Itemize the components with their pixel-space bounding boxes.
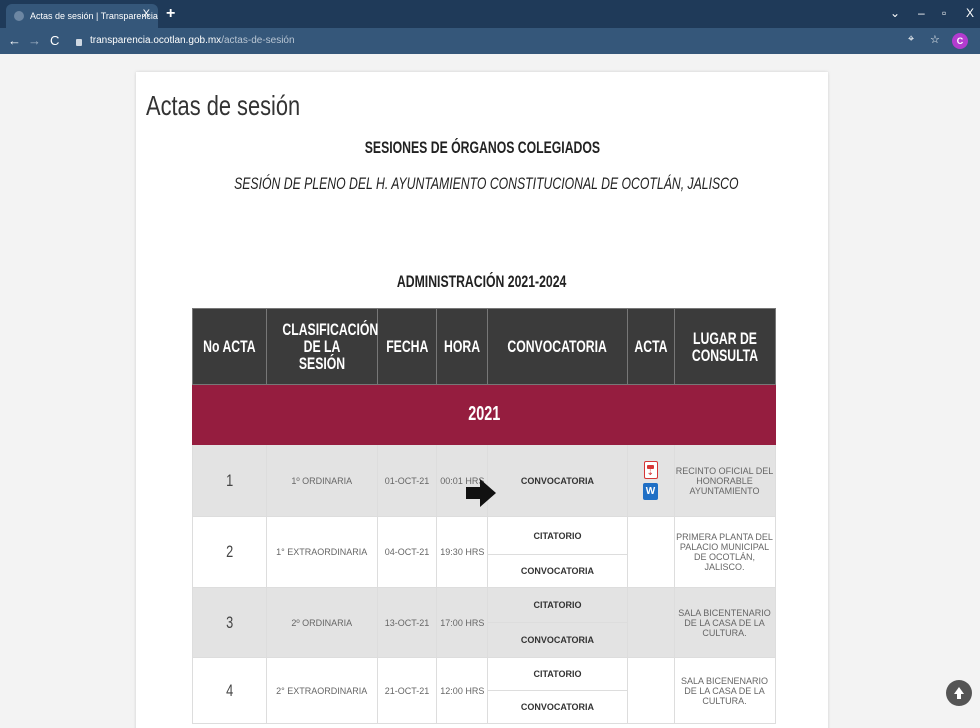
fecha-cell: 01-OCT-21 — [376, 444, 438, 517]
bookmark-star-icon[interactable]: ☆ — [930, 33, 940, 46]
close-window-button[interactable]: X — [966, 6, 974, 20]
header-acta: ACTA — [626, 308, 675, 385]
acta-number: 1 — [192, 444, 267, 517]
table-header-row: No ACTA CLASIFICACIÓN DE LA SESIÓN FECHA… — [192, 308, 776, 385]
header-convocatoria: CONVOCATORIA — [487, 308, 628, 385]
maximize-button[interactable]: ▫ — [942, 6, 946, 20]
arrow-right-icon — [466, 479, 496, 507]
header-clasificacion: CLASIFICACIÓN DE LA SESIÓN — [265, 308, 378, 385]
back-icon[interactable]: ← — [8, 33, 21, 49]
scroll-to-top-button[interactable] — [946, 680, 972, 706]
minimize-button[interactable]: – — [918, 6, 925, 20]
lock-icon — [76, 38, 82, 46]
header-lugar: LUGAR DE CONSULTA — [673, 308, 776, 385]
tab-close-icon[interactable]: X — [143, 8, 150, 20]
hora-cell: 17:00 HRS — [436, 587, 489, 658]
acta-number: 3 — [192, 587, 267, 658]
convocatoria-link[interactable]: CONVOCATORIA — [487, 622, 628, 658]
translate-icon[interactable]: ⌖ — [908, 33, 914, 46]
clasificacion-cell: 2º ORDINARIA — [265, 587, 378, 658]
hora-cell: 12:00 HRS — [436, 657, 489, 724]
tab-search-icon[interactable]: ⌄ — [890, 6, 900, 20]
favicon-icon — [14, 11, 24, 21]
browser-tab[interactable]: Actas de sesión | Transparencia X — [6, 4, 158, 28]
table-row: 3 2º ORDINARIA 13-OCT-21 17:00 HRS CITAT… — [192, 587, 776, 658]
header-fecha: FECHA — [376, 308, 438, 385]
acta-number: 4 — [192, 657, 267, 724]
acta-cell — [626, 657, 675, 724]
year-label: 2021 — [192, 384, 776, 445]
tab-title: Actas de sesión | Transparencia — [30, 11, 158, 21]
header-hora: HORA — [436, 308, 489, 385]
url-path: /actas-de-sesión — [221, 35, 295, 46]
clasificacion-cell: 1° EXTRAORDINARIA — [265, 516, 378, 588]
acta-number: 2 — [192, 516, 267, 588]
url-host: transparencia.ocotlan.gob.mx — [90, 35, 222, 46]
fecha-cell: 13-OCT-21 — [376, 587, 438, 658]
page-title: Actas de sesión — [146, 90, 301, 121]
citatorio-link[interactable]: CITATORIO — [487, 587, 628, 623]
lugar-cell: RECINTO OFICIAL DEL HONORABLE AYUNTAMIEN… — [673, 444, 776, 517]
forward-icon[interactable]: → — [28, 33, 41, 49]
address-bar: ← → C transparencia.ocotlan.gob.mx/actas… — [0, 28, 980, 54]
citatorio-link[interactable]: CITATORIO — [487, 516, 628, 555]
actas-table: No ACTA CLASIFICACIÓN DE LA SESIÓN FECHA… — [192, 308, 776, 724]
header-no-acta: No ACTA — [192, 308, 267, 385]
fecha-cell: 21-OCT-21 — [376, 657, 438, 724]
acta-cell — [626, 587, 675, 658]
profile-avatar[interactable]: C — [952, 33, 968, 49]
convocatoria-link[interactable]: CONVOCATORIA — [487, 554, 628, 588]
content-card: Actas de sesión SESIONES DE ÓRGANOS COLE… — [136, 72, 828, 728]
citatorio-link[interactable]: CITATORIO — [487, 657, 628, 691]
acta-cell — [626, 516, 675, 588]
session-subtitle: SESIÓN DE PLENO DEL H. AYUNTAMIENTO CONS… — [234, 174, 739, 193]
administration-heading: ADMINISTRACIÓN 2021-2024 — [397, 272, 567, 291]
fecha-cell: 04-OCT-21 — [376, 516, 438, 588]
word-document-icon[interactable]: W — [643, 483, 659, 500]
clasificacion-cell: 1º ORDINARIA — [265, 444, 378, 517]
year-row: 2021 — [192, 384, 776, 445]
convocatoria-link[interactable]: CONVOCATORIA — [487, 690, 628, 724]
page-viewport: Actas de sesión SESIONES DE ÓRGANOS COLE… — [0, 54, 980, 728]
reload-icon[interactable]: C — [50, 33, 59, 49]
browser-tab-bar: Actas de sesión | Transparencia X + ⌄ – … — [0, 0, 980, 28]
hora-cell: 19:30 HRS — [436, 516, 489, 588]
pdf-download-icon[interactable] — [643, 461, 658, 479]
lugar-cell: SALA BICENTENARIO DE LA CASA DE LA CULTU… — [673, 587, 776, 658]
clasificacion-cell: 2° EXTRAORDINARIA — [265, 657, 378, 724]
section-heading: SESIONES DE ÓRGANOS COLEGIADOS — [364, 138, 600, 157]
table-row: 4 2° EXTRAORDINARIA 21-OCT-21 12:00 HRS … — [192, 657, 776, 724]
lugar-cell: SALA BICENENARIO DE LA CASA DE LA CULTUR… — [673, 657, 776, 724]
convocatoria-link[interactable]: CONVOCATORIA — [487, 444, 628, 517]
acta-cell: W — [626, 444, 675, 517]
lugar-cell: PRIMERA PLANTA DEL PALACIO MUNICIPAL DE … — [673, 516, 776, 588]
table-row: 2 1° EXTRAORDINARIA 04-OCT-21 19:30 HRS … — [192, 516, 776, 588]
url-field[interactable]: transparencia.ocotlan.gob.mx/actas-de-se… — [76, 32, 926, 50]
new-tab-button[interactable]: + — [166, 4, 175, 24]
